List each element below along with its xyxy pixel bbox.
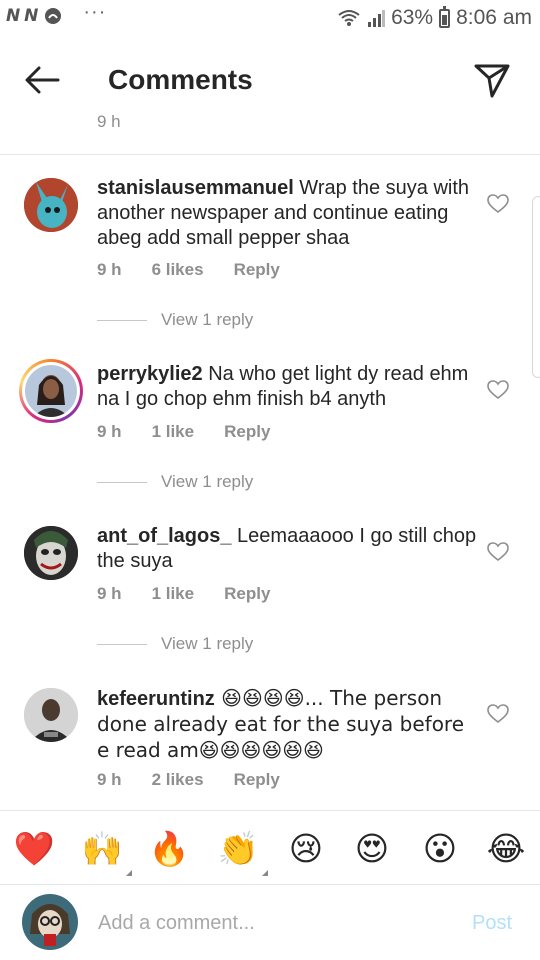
like-comment-button[interactable] — [487, 542, 509, 562]
comment-username[interactable]: perrykylie2 — [97, 363, 203, 385]
battery-percent: 63% — [391, 6, 434, 29]
comment-likes[interactable]: 1 like — [152, 584, 195, 604]
like-comment-button[interactable] — [487, 380, 509, 400]
comment-body: ant_of_lagos_ Leemaaaooo I go still chop… — [97, 524, 477, 574]
view-replies-button[interactable]: View 1 reply — [97, 310, 253, 330]
avatar-image — [24, 526, 78, 580]
divider — [0, 884, 540, 885]
view-replies-button[interactable]: View 1 reply — [97, 472, 253, 492]
notification-icon — [45, 8, 62, 24]
skin-tone-indicator — [126, 870, 132, 876]
fire-reaction-button[interactable]: 🔥 — [147, 826, 191, 872]
avatar[interactable] — [24, 526, 78, 580]
comment-likes[interactable]: 1 like — [152, 422, 195, 442]
avatar — [25, 365, 77, 417]
comment-username[interactable]: ant_of_lagos_ — [97, 525, 231, 547]
view-replies-label: View 1 reply — [161, 634, 254, 653]
replies-line — [97, 319, 147, 321]
laughing-reaction-button[interactable]: 😂 — [484, 826, 528, 872]
skin-tone-indicator — [262, 870, 268, 876]
comment-input-bar: Post — [0, 886, 540, 960]
avatar-image — [25, 365, 77, 417]
heart-outline-icon — [487, 380, 509, 400]
wifi-icon — [338, 10, 360, 26]
reply-button[interactable]: Reply — [224, 422, 270, 442]
crying-reaction-button[interactable]: 😢 — [284, 826, 328, 872]
status-bar: N N ··· 63% 8:06 am — [0, 0, 540, 38]
scrollbar[interactable] — [532, 196, 540, 378]
send-icon — [474, 64, 510, 98]
heart-eyes-reaction-button[interactable]: 😍 — [350, 826, 394, 872]
avatar-image — [22, 894, 78, 950]
avatar-image — [24, 688, 78, 742]
raised-hands-icon: 🙌 — [81, 829, 123, 868]
reply-button[interactable]: Reply — [234, 260, 280, 280]
comment-meta: 9 h 2 likes Reply — [97, 770, 310, 790]
avatar[interactable] — [24, 688, 78, 742]
comment-username[interactable]: kefeeruntinz — [97, 688, 215, 710]
share-button[interactable] — [472, 60, 512, 100]
comment-meta: 9 h 1 like Reply — [97, 584, 300, 604]
comment-time: 9 h — [97, 260, 122, 279]
like-comment-button[interactable] — [487, 194, 509, 214]
comment-likes[interactable]: 2 likes — [152, 770, 204, 790]
surprised-reaction-button[interactable]: 😮 — [418, 826, 462, 872]
comment-username[interactable]: stanislausemmanuel — [97, 177, 294, 199]
my-avatar — [22, 894, 78, 950]
previous-comment-time: 9 h — [97, 112, 121, 131]
battery-icon — [439, 5, 451, 28]
heart-outline-icon — [487, 704, 509, 724]
post-button[interactable]: Post — [472, 912, 512, 935]
comment-body: kefeeruntinz 😆😆😆😆... The person done alr… — [97, 686, 477, 764]
status-right: 63% 8:06 am — [337, 5, 532, 30]
quick-reactions-bar: ❤️ 🙌 🔥 👏 😢 😍 😮 😂 — [0, 826, 540, 876]
divider — [0, 154, 540, 155]
comment-input[interactable] — [98, 906, 438, 940]
comment-time: 9 h — [97, 584, 122, 603]
comment-likes[interactable]: 6 likes — [152, 260, 204, 280]
heart-outline-icon — [487, 194, 509, 214]
replies-line — [97, 481, 147, 483]
view-replies-button[interactable]: View 1 reply — [97, 634, 253, 654]
back-button[interactable] — [22, 62, 62, 98]
reply-button[interactable]: Reply — [234, 770, 280, 790]
comment-meta: 9 h 1 like Reply — [97, 422, 300, 442]
view-replies-label: View 1 reply — [161, 472, 254, 491]
raised-hands-reaction-button[interactable]: 🙌 — [80, 826, 132, 876]
comment-time: 9 h — [97, 422, 122, 441]
heart-outline-icon — [487, 542, 509, 562]
comment-body: perrykylie2 Na who get light dy read ehm… — [97, 362, 477, 412]
signal-icon — [368, 10, 386, 27]
like-comment-button[interactable] — [487, 704, 509, 724]
replies-line — [97, 643, 147, 645]
story-ring-inner — [22, 362, 80, 420]
header: Comments — [0, 38, 540, 120]
clap-icon: 👏 — [217, 829, 259, 868]
divider — [0, 810, 540, 811]
clock: 8:06 am — [456, 6, 532, 29]
page-title: Comments — [108, 64, 253, 95]
clap-reaction-button[interactable]: 👏 — [216, 826, 268, 876]
avatar-image — [24, 178, 78, 232]
reply-button[interactable]: Reply — [224, 584, 270, 604]
back-arrow-icon — [25, 66, 60, 94]
avatar[interactable] — [24, 178, 78, 232]
comment-meta: 9 h 6 likes Reply — [97, 260, 310, 280]
heart-reaction-button[interactable]: ❤️ — [12, 826, 56, 872]
network-n-icon: N N — [6, 6, 38, 26]
comment-time: 9 h — [97, 770, 122, 789]
comment-body: stanislausemmanuel Wrap the suya with an… — [97, 176, 477, 251]
view-replies-label: View 1 reply — [161, 310, 254, 329]
status-left-icons: N N ··· — [6, 1, 106, 27]
more-notifications-icon: ··· — [83, 0, 107, 23]
story-ring[interactable] — [19, 359, 83, 423]
